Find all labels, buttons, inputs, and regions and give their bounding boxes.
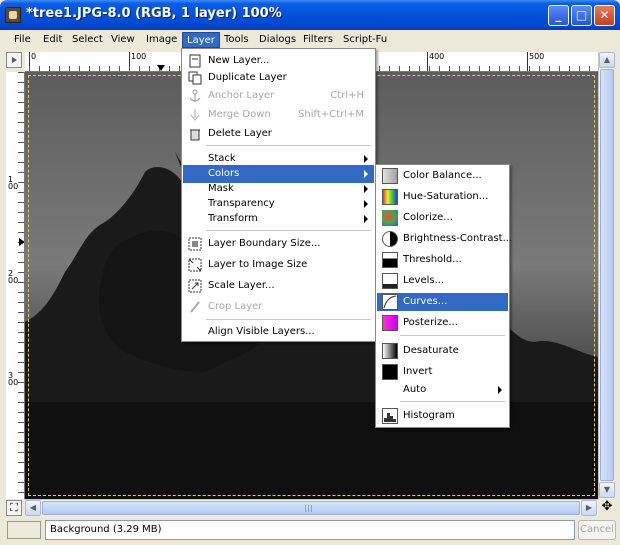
hue-saturation-icon bbox=[382, 189, 398, 205]
ruler-label: 400 bbox=[429, 52, 445, 61]
quick-mask-menu-button[interactable] bbox=[6, 52, 22, 68]
menu-item-auto[interactable]: Auto bbox=[377, 381, 508, 399]
submenu-arrow-icon bbox=[498, 386, 502, 394]
menubar: File Edit Select View Image Layer Tools … bbox=[4, 30, 616, 49]
colors-submenu: Color Balance... Hue-Saturation... Color… bbox=[375, 164, 512, 428]
colorize-icon bbox=[382, 210, 398, 226]
cancel-button[interactable]: Cancel bbox=[578, 520, 616, 540]
zoom-fit-icon[interactable]: ⛶ bbox=[6, 500, 22, 516]
submenu-arrow-icon bbox=[364, 215, 368, 223]
scale-layer-icon bbox=[188, 279, 202, 293]
menu-file[interactable]: File bbox=[10, 32, 35, 48]
menu-separator bbox=[206, 230, 371, 231]
desaturate-icon bbox=[382, 343, 398, 359]
ruler-label: 3 00 bbox=[8, 371, 19, 387]
menu-separator bbox=[206, 145, 371, 146]
levels-icon bbox=[382, 273, 398, 289]
new-layer-icon bbox=[188, 54, 202, 68]
menu-item-transform[interactable]: Transform bbox=[183, 210, 374, 228]
scroll-down-icon[interactable]: ▼ bbox=[599, 482, 615, 498]
vertical-scrollbar[interactable]: ▲ ▼ bbox=[598, 52, 615, 499]
menu-item-align-visible-layers[interactable]: Align Visible Layers... bbox=[183, 323, 374, 341]
status-layer-info: Background (3.29 MB) bbox=[45, 520, 575, 540]
scroll-up-icon[interactable]: ▲ bbox=[599, 52, 615, 68]
maximize-button[interactable]: □ bbox=[571, 5, 592, 26]
menu-item-threshold[interactable]: Threshold... bbox=[377, 251, 508, 269]
menu-item-layer-to-image-size[interactable]: Layer to Image Size bbox=[183, 256, 374, 274]
ruler-label: 2 00 bbox=[8, 269, 19, 285]
gimp-image-icon bbox=[5, 7, 21, 23]
scroll-left-icon[interactable]: ◀ bbox=[25, 500, 41, 516]
menu-item-anchor-layer[interactable]: Anchor Layer Ctrl+H bbox=[183, 87, 374, 105]
minimize-button[interactable]: _ bbox=[548, 5, 569, 26]
menu-item-crop-layer[interactable]: Crop Layer bbox=[183, 298, 374, 316]
posterize-icon bbox=[382, 315, 398, 331]
ruler-label: 100 bbox=[131, 52, 147, 61]
menu-item-desaturate[interactable]: Desaturate bbox=[377, 342, 508, 360]
menu-item-posterize[interactable]: Posterize... bbox=[377, 314, 508, 332]
curves-icon bbox=[382, 294, 398, 310]
menu-item-levels[interactable]: Levels... bbox=[377, 272, 508, 290]
menu-item-curves[interactable]: Curves... bbox=[377, 293, 508, 311]
menu-edit[interactable]: Edit bbox=[39, 32, 66, 48]
histogram-icon bbox=[382, 408, 398, 424]
threshold-icon bbox=[382, 252, 398, 268]
layer-to-image-icon bbox=[188, 258, 202, 272]
duplicate-layer-icon bbox=[188, 71, 202, 85]
menu-item-duplicate-layer[interactable]: Duplicate Layer bbox=[183, 69, 374, 87]
layer-boundary-icon bbox=[188, 237, 202, 251]
menu-separator bbox=[400, 335, 505, 336]
vertical-scroll-thumb[interactable] bbox=[600, 69, 614, 481]
horizontal-scrollbar[interactable]: ◀ ▶ bbox=[25, 499, 598, 516]
close-button[interactable]: ✕ bbox=[594, 5, 615, 26]
menu-separator bbox=[400, 401, 505, 402]
window-title: *tree1.JPG-8.0 (RGB, 1 layer) 100% bbox=[26, 6, 282, 21]
menu-view[interactable]: View bbox=[107, 32, 139, 48]
menu-item-new-layer[interactable]: New Layer... bbox=[183, 52, 374, 70]
menu-item-color-balance[interactable]: Color Balance... bbox=[377, 167, 508, 185]
menu-dialogs[interactable]: Dialogs bbox=[255, 32, 300, 48]
menu-layer[interactable]: Layer bbox=[182, 32, 220, 48]
menu-item-scale-layer[interactable]: Scale Layer... bbox=[183, 277, 374, 295]
ruler-label: 100 bbox=[8, 175, 19, 191]
scroll-right-icon[interactable]: ▶ bbox=[581, 500, 597, 516]
anchor-icon bbox=[188, 89, 202, 103]
layer-menu: New Layer... Duplicate Layer Anchor Laye… bbox=[181, 48, 376, 342]
submenu-arrow-icon bbox=[364, 155, 368, 163]
submenu-arrow-icon bbox=[364, 200, 368, 208]
crop-icon bbox=[188, 300, 202, 314]
menu-select[interactable]: Select bbox=[68, 32, 107, 48]
vertical-ruler: 1 00 2 00 3 00 bbox=[6, 72, 25, 499]
brightness-contrast-icon bbox=[382, 231, 398, 247]
navigate-icon[interactable]: ✥ bbox=[599, 500, 615, 516]
window-titlebar[interactable]: *tree1.JPG-8.0 (RGB, 1 layer) 100% _ □ ✕ bbox=[0, 0, 620, 30]
merge-down-icon bbox=[188, 108, 202, 122]
menu-item-brightness-contrast[interactable]: Brightness-Contrast... bbox=[377, 230, 512, 248]
menu-image[interactable]: Image bbox=[142, 32, 181, 48]
menu-item-invert[interactable]: Invert bbox=[377, 363, 508, 381]
delete-layer-icon bbox=[188, 127, 202, 141]
menu-item-hue-saturation[interactable]: Hue-Saturation... bbox=[377, 188, 508, 206]
submenu-arrow-icon bbox=[364, 170, 368, 178]
menu-item-layer-boundary-size[interactable]: Layer Boundary Size... bbox=[183, 235, 374, 253]
color-balance-icon bbox=[382, 168, 398, 184]
ruler-label: 500 bbox=[529, 52, 545, 61]
menu-item-colorize[interactable]: Colorize... bbox=[377, 209, 508, 227]
menu-item-histogram[interactable]: Histogram bbox=[377, 407, 508, 425]
submenu-arrow-icon bbox=[364, 185, 368, 193]
horizontal-scroll-thumb[interactable] bbox=[42, 501, 580, 515]
status-pointer-icon bbox=[7, 521, 41, 539]
ruler-label: 0 bbox=[31, 52, 37, 61]
menu-item-delete-layer[interactable]: Delete Layer bbox=[183, 125, 374, 143]
menu-filters[interactable]: Filters bbox=[299, 32, 337, 48]
menu-tools[interactable]: Tools bbox=[220, 32, 253, 48]
menu-separator bbox=[206, 319, 371, 320]
menu-script-fu[interactable]: Script-Fu bbox=[339, 32, 391, 48]
invert-icon bbox=[382, 364, 398, 380]
menu-item-merge-down[interactable]: Merge Down Shift+Ctrl+M bbox=[183, 106, 374, 124]
pointer-marker bbox=[157, 65, 165, 71]
